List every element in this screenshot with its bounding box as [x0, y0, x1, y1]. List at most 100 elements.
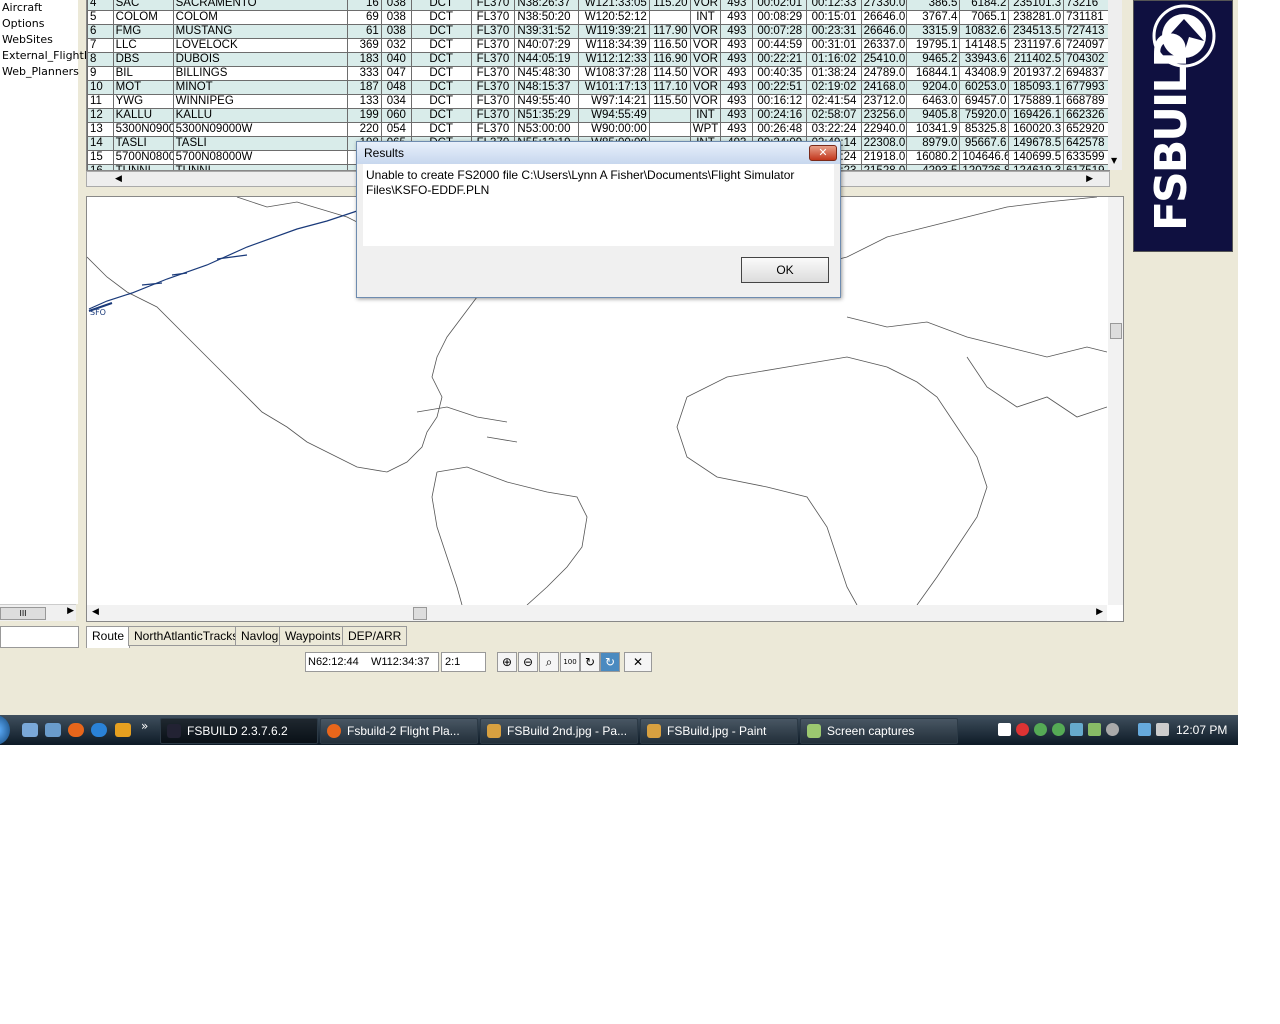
table-cell[interactable]: 114.50 — [648, 66, 691, 81]
table-cell[interactable]: 149678.5 — [1008, 136, 1065, 151]
table-cell[interactable]: 5700N08000W — [172, 150, 349, 165]
table-cell[interactable]: 01:38:24 — [806, 66, 862, 81]
table-cell[interactable]: N45:48:30 — [514, 66, 580, 81]
table-row[interactable]: 4 SAC SACRAMENTO 16 038 DCT FL370 N38:26:37 W121… — [87, 0, 1109, 11]
table-cell[interactable]: 694837 — [1063, 66, 1109, 81]
table-cell[interactable]: DCT — [410, 94, 472, 109]
table-cell[interactable]: DCT — [410, 38, 472, 53]
table-cell[interactable]: KALLU — [112, 108, 174, 123]
table-cell[interactable]: 16080.2 — [905, 150, 961, 165]
table-cell[interactable]: BIL — [112, 66, 174, 81]
table-cell[interactable]: 9405.8 — [905, 108, 961, 123]
scroll-right-arrow-icon[interactable]: ▶ — [1096, 607, 1103, 617]
table-cell[interactable]: FL370 — [470, 108, 516, 123]
menu-item-options[interactable]: Options — [0, 16, 78, 32]
table-cell[interactable]: DCT — [410, 80, 472, 95]
table-cell[interactable]: SAC — [112, 0, 174, 11]
map-vertical-scrollbar[interactable] — [1108, 197, 1123, 605]
table-cell[interactable]: 115.20 — [648, 0, 691, 11]
table-cell[interactable]: 169426.1 — [1008, 108, 1065, 123]
table-cell[interactable]: 9204.0 — [905, 80, 961, 95]
table-cell[interactable]: 238281.0 — [1008, 10, 1065, 25]
table-cell[interactable]: DCT — [410, 108, 472, 123]
table-cell[interactable]: 43408.9 — [959, 66, 1010, 81]
table-row[interactable]: 11 YWG WINNIPEG 133 034 DCT FL370 N49:55:40 W97:… — [87, 94, 1109, 109]
table-cell[interactable]: 493 — [720, 94, 754, 109]
table-cell[interactable]: 333 — [347, 66, 382, 81]
table-cell[interactable]: 3315.9 — [905, 24, 961, 39]
table-cell[interactable]: 220 — [347, 122, 382, 137]
map-hscroll-thumb[interactable] — [413, 607, 427, 620]
table-row[interactable]: 12 KALLU KALLU 199 060 DCT FL370 N51:35:29 W94:5… — [87, 108, 1109, 123]
table-cell[interactable]: 10341.9 — [905, 122, 961, 137]
table-cell[interactable]: 02:58:07 — [806, 108, 862, 123]
table-cell[interactable]: 493 — [720, 108, 754, 123]
table-cell[interactable]: W120:52:12 — [578, 10, 650, 25]
zoom-100-icon[interactable]: 100 — [560, 652, 580, 672]
table-cell[interactable]: FL370 — [470, 80, 516, 95]
table-cell[interactable]: TASLI — [112, 136, 174, 151]
table-cell[interactable]: 14 — [87, 136, 114, 151]
tray-network-icon[interactable] — [1034, 723, 1047, 736]
table-cell[interactable]: VOR — [689, 38, 722, 53]
map-horizontal-scrollbar[interactable]: ◀ ▶ — [87, 605, 1107, 621]
table-cell[interactable]: 183 — [347, 52, 382, 67]
table-cell[interactable]: 493 — [720, 24, 754, 39]
tray-security-icon[interactable] — [1016, 723, 1029, 736]
network-icon[interactable] — [1138, 723, 1151, 736]
table-cell[interactable]: 104646.6 — [959, 150, 1010, 165]
table-cell[interactable]: 02:41:54 — [806, 94, 862, 109]
table-cell[interactable]: 7065.1 — [959, 10, 1010, 25]
table-cell[interactable]: 00:22:51 — [752, 80, 808, 95]
zoom-in-icon[interactable]: ⊕ — [497, 652, 517, 672]
table-cell[interactable]: 21918.0 — [860, 150, 907, 165]
tab-north-atlantic-tracks[interactable]: NorthAtlanticTracks — [128, 626, 245, 646]
scroll-right-arrow-icon[interactable]: ▶ — [1086, 172, 1093, 186]
table-cell[interactable]: 211402.5 — [1008, 52, 1065, 67]
table-cell[interactable]: 26337.0 — [860, 38, 907, 53]
table-cell[interactable]: 633599 — [1063, 150, 1109, 165]
switch-windows-icon[interactable] — [45, 723, 61, 737]
table-cell[interactable]: 048 — [380, 80, 412, 95]
table-cell[interactable]: 00:07:28 — [752, 24, 808, 39]
table-cell[interactable]: FL370 — [470, 38, 516, 53]
refresh-icon[interactable]: ↻ — [580, 652, 600, 672]
internet-explorer-icon[interactable] — [91, 723, 107, 737]
table-cell[interactable]: 85325.8 — [959, 122, 1010, 137]
start-button[interactable] — [0, 715, 10, 745]
table-cell[interactable]: 493 — [720, 122, 754, 137]
table-cell[interactable]: VOR — [689, 52, 722, 67]
table-cell[interactable]: 5300N0900 — [112, 122, 174, 137]
table-cell[interactable]: 69 — [347, 10, 382, 25]
table-row[interactable]: 9 BIL BILLINGS 333 047 DCT FL370 N45:48:30 W108:… — [87, 66, 1109, 81]
table-cell[interactable]: 235101.3 — [1008, 0, 1065, 11]
table-cell[interactable]: 01:16:02 — [806, 52, 862, 67]
table-cell[interactable]: MOT — [112, 80, 174, 95]
table-cell[interactable]: COLOM — [172, 10, 349, 25]
table-row[interactable]: 8 DBS DUBOIS 183 040 DCT FL370 N44:05:19 W112:12… — [87, 52, 1109, 67]
table-cell[interactable]: N38:50:20 — [514, 10, 580, 25]
tray-app-icon[interactable] — [998, 723, 1011, 736]
table-cell[interactable]: 26646.0 — [860, 24, 907, 39]
table-cell[interactable]: 234513.5 — [1008, 24, 1065, 39]
table-cell[interactable]: 10832.6 — [959, 24, 1010, 39]
firefox-icon[interactable] — [68, 723, 84, 737]
table-cell[interactable]: DCT — [410, 66, 472, 81]
table-cell[interactable]: 14148.5 — [959, 38, 1010, 53]
table-cell[interactable]: FMG — [112, 24, 174, 39]
table-cell[interactable]: KALLU — [172, 108, 349, 123]
table-cell[interactable] — [648, 108, 691, 123]
table-cell[interactable]: 054 — [380, 122, 412, 137]
table-cell[interactable]: 038 — [380, 10, 412, 25]
scroll-right-arrow-icon[interactable]: ▶ — [67, 606, 74, 616]
table-cell[interactable]: 13 — [87, 122, 114, 137]
zoom-out-icon[interactable]: ⊖ — [518, 652, 538, 672]
table-cell[interactable]: 493 — [720, 66, 754, 81]
table-cell[interactable]: FL370 — [470, 66, 516, 81]
table-cell[interactable]: 22308.0 — [860, 136, 907, 151]
table-cell[interactable]: 704302 — [1063, 52, 1109, 67]
table-cell[interactable]: SACRAMENTO — [172, 0, 349, 11]
map-vscroll-thumb[interactable] — [1110, 323, 1122, 339]
table-cell[interactable]: FL370 — [470, 52, 516, 67]
table-cell[interactable]: N48:15:37 — [514, 80, 580, 95]
